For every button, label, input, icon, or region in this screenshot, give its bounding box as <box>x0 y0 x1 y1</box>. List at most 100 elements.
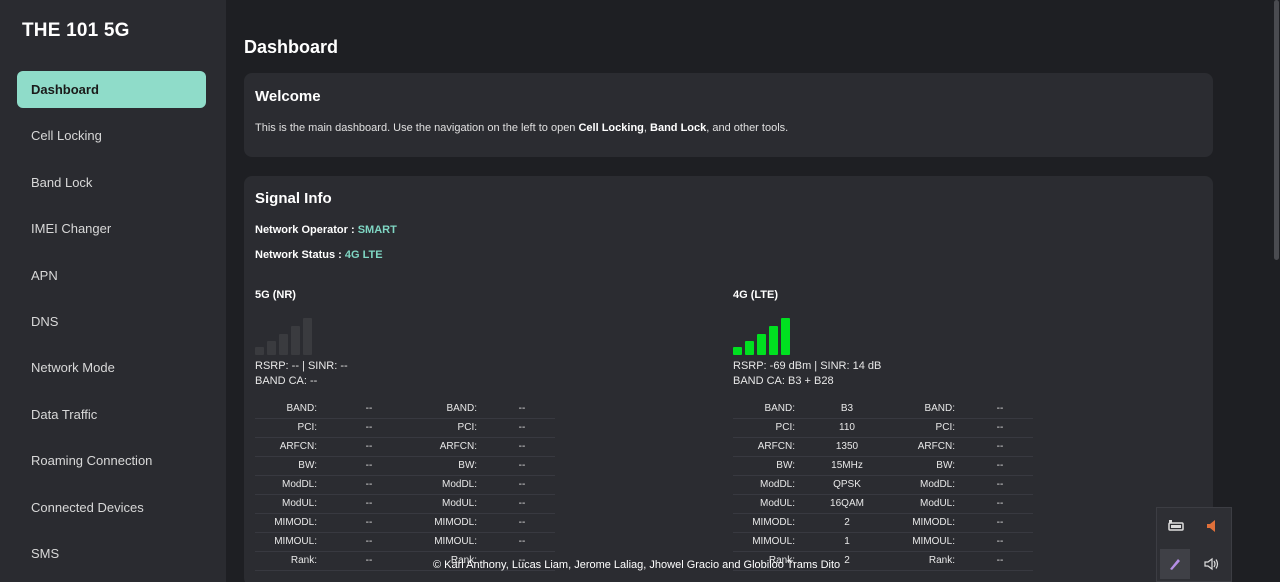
table-value: 2 <box>807 513 887 533</box>
sidebar-item-cell-locking[interactable]: Cell Locking <box>17 117 206 154</box>
table-value: -- <box>329 456 409 476</box>
lte-band-ca: BAND CA: B3 + B28 <box>733 375 834 387</box>
lte-rsrp-sinr: RSRP: -69 dBm | SINR: 14 dB <box>733 360 882 372</box>
table-value: -- <box>489 418 555 438</box>
welcome-card: Welcome This is the main dashboard. Use … <box>244 73 1213 157</box>
welcome-title: Welcome <box>255 88 321 105</box>
scrollbar-thumb[interactable] <box>1274 0 1279 260</box>
network-operator-value: SMART <box>357 224 397 236</box>
table-value: -- <box>967 494 1033 514</box>
table-key: ModDL: <box>733 475 807 495</box>
table-key: BW: <box>733 456 807 476</box>
table-value: -- <box>329 437 409 457</box>
speaker-icon[interactable] <box>1197 549 1227 579</box>
table-key: ModUL: <box>733 494 807 514</box>
nr-band-ca: BAND CA: -- <box>255 375 318 387</box>
table-value: -- <box>489 532 555 552</box>
table-key: ModUL: <box>255 494 329 514</box>
table-row: PCI: -- PCI: -- <box>255 418 555 438</box>
table-value: -- <box>967 551 1033 571</box>
table-value: -- <box>967 399 1033 419</box>
sidebar-item-data-traffic[interactable]: Data Traffic <box>17 396 206 433</box>
volume-mute-icon[interactable] <box>1197 511 1227 541</box>
table-key: ARFCN: <box>255 437 329 457</box>
brand-title: THE 101 5G <box>22 20 130 41</box>
table-key: PCI: <box>409 418 489 438</box>
table-value: -- <box>967 437 1033 457</box>
table-key: MIMOUL: <box>409 532 489 552</box>
nr-cell-table: BAND: -- BAND: -- PCI: -- PCI: -- ARFCN: -- ARFCN:… <box>255 399 555 571</box>
table-key: MIMODL: <box>733 513 807 533</box>
table-row: BW: 15MHz BW: -- <box>733 456 1033 476</box>
table-row: ModUL: -- ModUL: -- <box>255 494 555 514</box>
table-key: BW: <box>409 456 489 476</box>
lte-section-label: 4G (LTE) <box>733 289 779 301</box>
table-row: ModDL: -- ModDL: -- <box>255 475 555 495</box>
signal-bar <box>279 334 288 355</box>
page-scrollbar[interactable] <box>1272 0 1280 582</box>
welcome-band-lock-ref: Band Lock <box>650 122 707 134</box>
table-value: -- <box>489 494 555 514</box>
table-key: Rank: <box>255 551 329 571</box>
pen-icon[interactable] <box>1160 549 1190 579</box>
table-key: ModDL: <box>255 475 329 495</box>
table-value: -- <box>967 456 1033 476</box>
table-key: BAND: <box>733 399 807 419</box>
table-value: -- <box>489 475 555 495</box>
table-key: BW: <box>255 456 329 476</box>
table-value: 110 <box>807 418 887 438</box>
table-key: PCI: <box>733 418 807 438</box>
table-value: -- <box>967 513 1033 533</box>
sidebar-nav: Dashboard Cell Locking Band Lock IMEI Ch… <box>17 71 206 581</box>
table-key: MIMODL: <box>409 513 489 533</box>
table-key: ARFCN: <box>887 437 967 457</box>
signal-bar <box>303 318 312 355</box>
network-status-label: Network Status : <box>255 249 345 261</box>
table-row: MIMOUL: 1 MIMOUL: -- <box>733 532 1033 552</box>
table-row: ARFCN: -- ARFCN: -- <box>255 437 555 457</box>
signal-bar <box>757 334 766 355</box>
welcome-text: This is the main dashboard. Use the navi… <box>255 122 788 134</box>
sidebar-item-roaming-connection[interactable]: Roaming Connection <box>17 442 206 479</box>
table-row: BW: -- BW: -- <box>255 456 555 476</box>
table-key: ModUL: <box>887 494 967 514</box>
sidebar-item-connected-devices[interactable]: Connected Devices <box>17 489 206 526</box>
table-value: 16QAM <box>807 494 887 514</box>
table-key: MIMOUL: <box>255 532 329 552</box>
signal-bar <box>733 347 742 355</box>
sidebar-item-apn[interactable]: APN <box>17 257 206 294</box>
signal-info-card: Signal Info Network Operator : SMART Net… <box>244 176 1213 582</box>
sidebar-item-imei-changer[interactable]: IMEI Changer <box>17 210 206 247</box>
table-value: -- <box>329 532 409 552</box>
sidebar-item-dns[interactable]: DNS <box>17 303 206 340</box>
table-key: MIMOUL: <box>733 532 807 552</box>
sidebar-item-dashboard[interactable]: Dashboard <box>17 71 206 108</box>
signal-bar <box>255 347 264 355</box>
table-key: PCI: <box>887 418 967 438</box>
network-status: Network Status : 4G LTE <box>255 249 383 261</box>
table-value: QPSK <box>807 475 887 495</box>
table-value: -- <box>329 551 409 571</box>
lte-signal-bars-icon <box>733 315 793 355</box>
footer-credits: © Karl Anthony, Lucas Liam, Jerome Lalia… <box>433 559 841 571</box>
table-value: B3 <box>807 399 887 419</box>
sidebar-item-network-mode[interactable]: Network Mode <box>17 349 206 386</box>
table-key: BAND: <box>887 399 967 419</box>
signal-bar <box>745 341 754 355</box>
table-value: 1 <box>807 532 887 552</box>
table-key: MIMOUL: <box>887 532 967 552</box>
sidebar-item-sms[interactable]: SMS <box>17 535 206 572</box>
welcome-text-before: This is the main dashboard. Use the navi… <box>255 122 579 134</box>
table-key: ModDL: <box>409 475 489 495</box>
table-value: -- <box>489 456 555 476</box>
sidebar-item-band-lock[interactable]: Band Lock <box>17 164 206 201</box>
sidebar: THE 101 5G Dashboard Cell Locking Band L… <box>0 0 226 582</box>
table-value: 15MHz <box>807 456 887 476</box>
page-title: Dashboard <box>244 37 339 57</box>
table-value: -- <box>329 399 409 419</box>
table-row: MIMODL: 2 MIMODL: -- <box>733 513 1033 533</box>
table-row: ARFCN: 1350 ARFCN: -- <box>733 437 1033 457</box>
table-row: MIMOUL: -- MIMOUL: -- <box>255 532 555 552</box>
lte-cell-table: BAND: B3 BAND: -- PCI: 110 PCI: -- ARFCN: 1350 ARF… <box>733 399 1033 571</box>
network-icon[interactable] <box>1161 511 1191 541</box>
